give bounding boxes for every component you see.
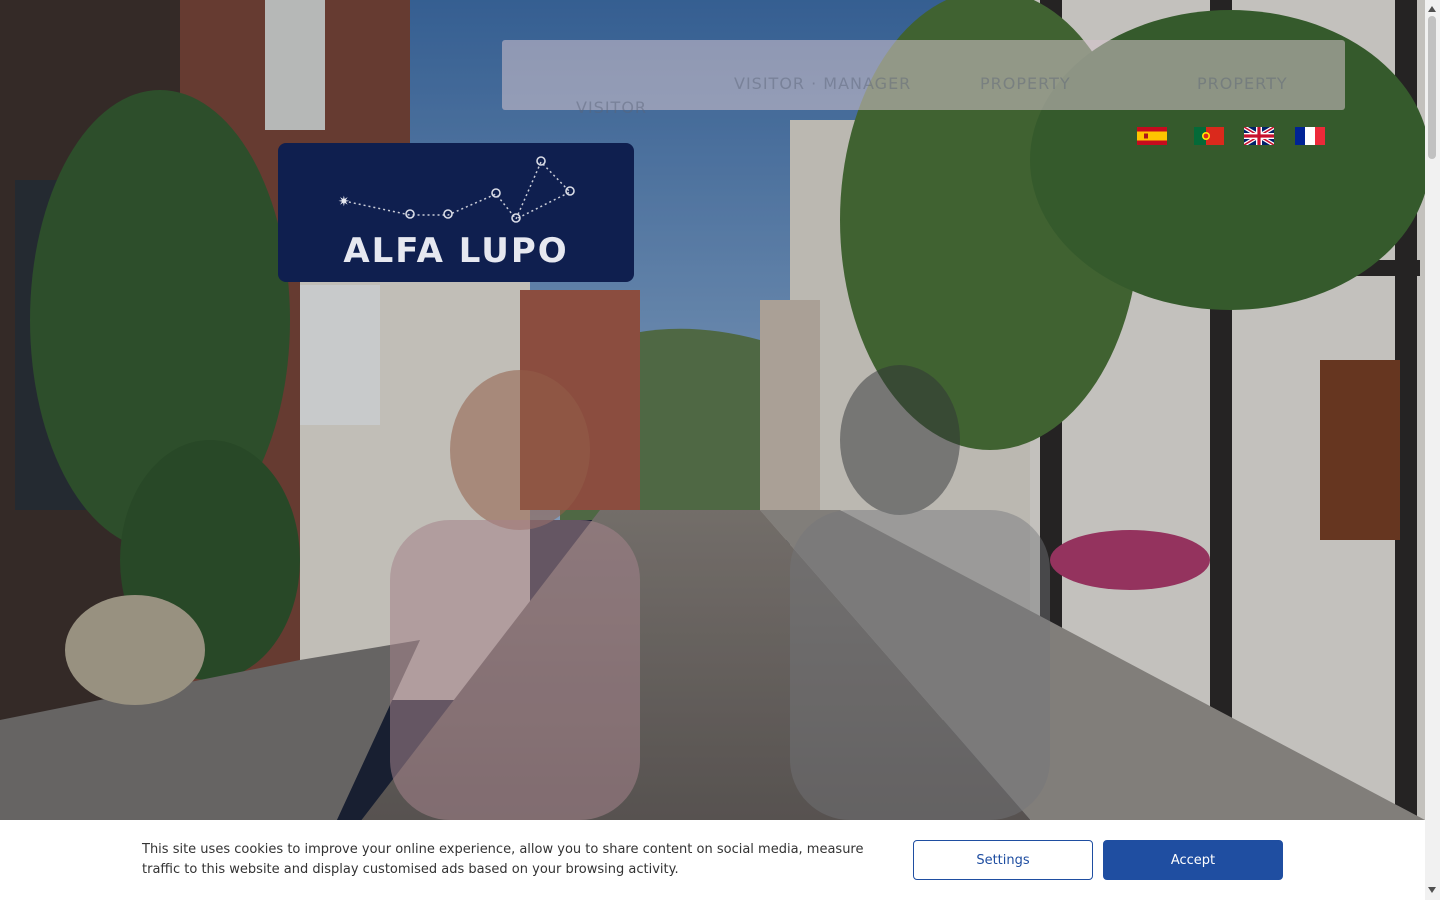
uk-flag-icon[interactable]: [1244, 127, 1274, 145]
cookie-consent-banner: This site uses cookies to improve your o…: [0, 820, 1425, 900]
cookie-settings-button[interactable]: Settings: [913, 840, 1093, 880]
svg-text:✷: ✷: [338, 194, 350, 210]
main-navbar: VISITOR VISITOR · MANAGER PROPERTY PROPE…: [502, 40, 1345, 117]
constellation-icon: ✷: [338, 156, 575, 223]
site-logo[interactable]: ✷ ALFA LUPO: [278, 143, 634, 282]
logo-wordmark: ALFA LUPO: [343, 231, 569, 271]
scroll-down-arrow-icon[interactable]: [1428, 887, 1436, 893]
scroll-up-arrow-icon[interactable]: [1428, 6, 1436, 12]
portugal-flag-icon[interactable]: [1194, 127, 1224, 145]
page-scrollbar[interactable]: [1425, 0, 1440, 900]
cookie-message: This site uses cookies to improve your o…: [142, 842, 864, 877]
france-flag-icon[interactable]: [1295, 127, 1325, 145]
nav-link-visitor[interactable]: VISITOR: [576, 98, 647, 117]
nav-link-visitor-manager[interactable]: VISITOR · MANAGER: [734, 74, 911, 93]
scrollbar-thumb[interactable]: [1428, 16, 1436, 159]
nav-link-property[interactable]: PROPERTY: [980, 74, 1071, 93]
cookie-accept-button[interactable]: Accept: [1103, 840, 1283, 880]
nav-link-property-2[interactable]: PROPERTY: [1197, 74, 1288, 93]
spain-flag-icon[interactable]: [1137, 127, 1167, 145]
